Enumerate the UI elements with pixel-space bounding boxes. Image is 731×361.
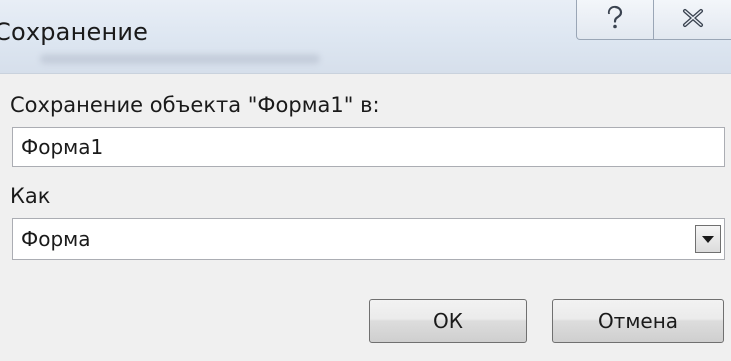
chevron-down-icon <box>702 235 714 243</box>
title-shadow <box>40 54 320 64</box>
window-title: Сохранение <box>0 18 149 46</box>
save-as-type-select[interactable]: Форма <box>12 218 725 260</box>
title-bar[interactable]: Сохранение <box>0 0 731 74</box>
save-dialog: Сохранение Сохранение объекта "Форма1" в… <box>0 0 731 361</box>
ok-button[interactable]: ОК <box>369 299 527 343</box>
object-name-input[interactable] <box>12 127 725 167</box>
question-mark-icon <box>604 5 626 35</box>
close-x-icon <box>682 8 704 32</box>
save-as-label: Как <box>10 184 51 208</box>
help-button[interactable] <box>576 0 654 40</box>
cancel-button[interactable]: Отмена <box>552 299 724 343</box>
dropdown-button[interactable] <box>695 225 721 253</box>
save-object-label: Сохранение объекта "Форма1" в: <box>10 93 380 117</box>
close-button[interactable] <box>653 0 731 40</box>
select-value: Форма <box>21 227 91 251</box>
dialog-body: Сохранение объекта "Форма1" в: Как Форма… <box>0 74 731 361</box>
